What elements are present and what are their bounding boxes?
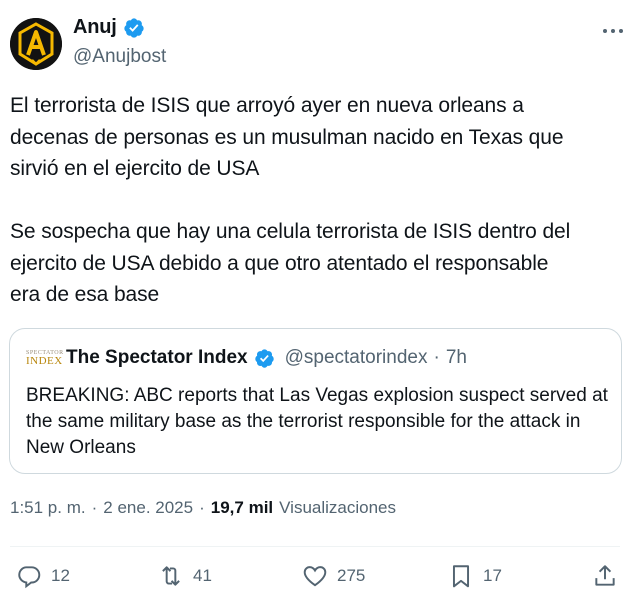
quoted-tweet[interactable]: SPECTATOR INDEX The Spectator Index @spe…: [9, 328, 622, 474]
like-button[interactable]: 275: [302, 563, 365, 589]
spectator-index-logo: SPECTATOR INDEX: [26, 348, 63, 368]
logo-line-2: INDEX: [26, 354, 63, 367]
author-handle[interactable]: @Anujbost: [73, 46, 166, 68]
avatar[interactable]: [10, 18, 62, 70]
divider: [10, 546, 620, 547]
share-icon: [595, 565, 615, 586]
bookmark-count: 17: [483, 566, 502, 585]
views-label: Visualizaciones: [279, 498, 397, 517]
like-count: 275: [337, 566, 366, 585]
verified-badge-icon: [254, 348, 274, 368]
verified-badge-icon: [124, 17, 144, 38]
share-button[interactable]: [592, 563, 618, 589]
quoted-tweet-header: SPECTATOR INDEX The Spectator Index @spe…: [26, 347, 467, 369]
repost-count: 41: [193, 566, 212, 585]
more-options-button[interactable]: [600, 18, 626, 44]
quoted-author-name[interactable]: The Spectator Index: [66, 347, 248, 369]
tweet-time[interactable]: 1:51 p. m.: [10, 498, 86, 518]
more-dots-icon: [603, 29, 623, 33]
avatar-logo-icon: [10, 18, 62, 70]
tweet-date[interactable]: 2 ene. 2025: [103, 498, 193, 518]
author-name-row[interactable]: Anuj: [73, 16, 145, 39]
quoted-tweet-text: BREAKING: ABC reports that Las Vegas exp…: [26, 385, 608, 458]
reply-button[interactable]: 12: [16, 563, 70, 589]
action-bar: 12 41 275 17: [0, 560, 630, 594]
quoted-author-handle[interactable]: @spectatorindex: [285, 347, 428, 369]
reply-icon: [18, 566, 41, 589]
author-name[interactable]: Anuj: [73, 16, 117, 39]
tweet-meta: 1:51 p. m. · 2 ene. 2025 · 19,7 mil Visu…: [10, 498, 396, 518]
views-count: 19,7 mil: [210, 498, 274, 517]
bookmark-button[interactable]: 17: [448, 563, 502, 589]
quoted-separator: ·: [433, 347, 440, 368]
quoted-timestamp[interactable]: 7h: [446, 347, 467, 369]
meta-separator: ·: [91, 498, 98, 517]
reply-count: 12: [51, 566, 70, 585]
meta-separator: ·: [199, 498, 205, 517]
bookmark-icon: [452, 565, 470, 588]
tweet-text: El terrorista de ISIS que arroyó ayer en…: [10, 94, 571, 306]
heart-icon: [303, 566, 327, 587]
repost-button[interactable]: 41: [158, 563, 212, 589]
repost-icon: [162, 566, 180, 586]
